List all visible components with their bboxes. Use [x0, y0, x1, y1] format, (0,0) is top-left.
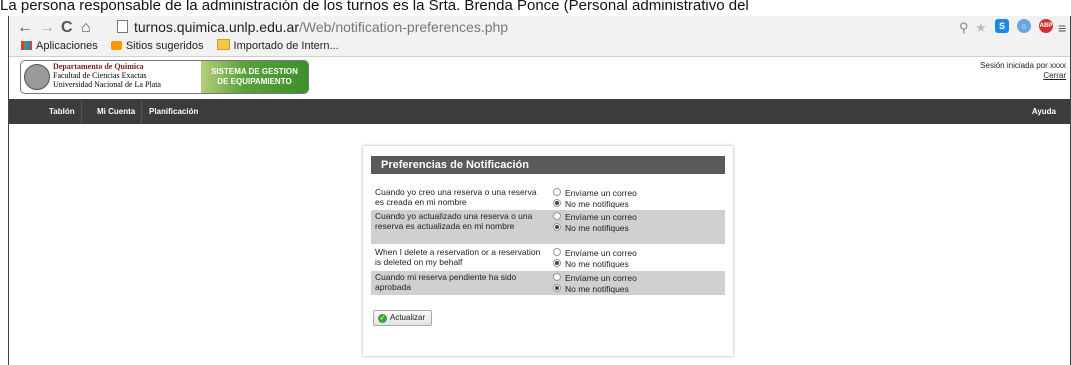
address-bar[interactable]: turnos.quimica.unlp.edu.ar/Web/notificat…	[117, 18, 937, 36]
page-caption: La persona responsable de la administrac…	[0, 0, 749, 14]
radio-icon[interactable]	[553, 248, 561, 256]
star-icon[interactable]: ★	[975, 19, 987, 37]
adblock-icon[interactable]: ABP	[1039, 19, 1053, 33]
pref-options: Envíame un correo No me notifiques	[553, 248, 637, 269]
notification-preferences-panel: Preferencias de Notificación Cuando yo c…	[363, 146, 733, 356]
option-none[interactable]: No me notifiques	[553, 222, 637, 234]
department-info: Departamento de Quimica Facultad de Cien…	[53, 62, 161, 89]
menu-item-tablon[interactable]: Tablón	[43, 99, 82, 124]
radio-icon[interactable]	[553, 188, 561, 196]
menu-item-planificacion[interactable]: Planificación	[143, 99, 204, 124]
pref-options: Envíame un correo No me notifiques	[553, 188, 637, 209]
menu-icon[interactable]: ≡	[1058, 19, 1066, 37]
site-header: Departamento de Quimica Facultad de Cien…	[9, 57, 1070, 97]
url-path: /Web/notification-preferences.php	[299, 19, 509, 35]
extension-icon[interactable]: ○	[1017, 19, 1031, 33]
menu-item-ayuda[interactable]: Ayuda	[1026, 99, 1062, 124]
suggested-sites-icon	[110, 41, 122, 50]
pref-options: Envíame un correo No me notifiques	[553, 212, 637, 233]
option-email[interactable]: Envíame un correo	[553, 273, 637, 284]
url-host: turnos.quimica.unlp.edu.ar	[134, 19, 299, 35]
radio-selected-icon[interactable]	[553, 198, 561, 207]
logout-link[interactable]: Cerrar	[1043, 71, 1066, 80]
pref-label: Cuando yo creo una reserva o una reserva…	[375, 187, 537, 207]
menu-item-mi-cuenta[interactable]: Mi Cuenta	[91, 99, 143, 124]
bookmark-imported[interactable]: Importado de Intern...	[216, 38, 339, 54]
option-none[interactable]: No me notifiques	[553, 283, 637, 295]
radio-icon[interactable]	[553, 273, 561, 281]
radio-selected-icon[interactable]	[553, 222, 561, 231]
system-name: SISTEMA DE GESTION DE EQUIPAMIENTO	[201, 61, 308, 93]
session-info: Sesión iniciada por xxxx Cerrar	[980, 61, 1066, 81]
pref-label: When I delete a reservation or a reserva…	[375, 247, 541, 267]
university-seal-icon	[24, 64, 50, 90]
session-user: Sesión iniciada por xxxx	[980, 61, 1066, 70]
radio-selected-icon[interactable]	[553, 283, 561, 292]
pref-options: Envíame un correo No me notifiques	[553, 273, 637, 294]
pref-row: Cuando mi reserva pendiente ha sido apro…	[371, 271, 725, 295]
option-email[interactable]: Envíame un correo	[553, 188, 637, 199]
option-email[interactable]: Envíame un correo	[553, 212, 637, 223]
update-button[interactable]: ✓ Actualizar	[373, 310, 433, 326]
main-menu: Tablón Mi Cuenta Planificación Ayuda	[9, 99, 1070, 124]
skype-icon[interactable]: S	[995, 19, 1009, 33]
pref-row: When I delete a reservation or a reserva…	[371, 246, 725, 270]
apps-grid-icon	[21, 41, 32, 50]
page-icon	[117, 20, 128, 33]
radio-icon[interactable]	[553, 212, 561, 220]
folder-icon	[216, 39, 230, 50]
check-icon: ✓	[378, 313, 387, 323]
pref-label: Cuando mi reserva pendiente ha sido apro…	[375, 272, 517, 292]
zoom-icon[interactable]: ⚲	[959, 19, 969, 37]
pref-label: Cuando yo actualizado una reserva o una …	[375, 211, 533, 231]
forward-icon[interactable]: →	[39, 19, 55, 37]
option-none[interactable]: No me notifiques	[553, 258, 637, 270]
back-icon[interactable]: ←	[17, 19, 33, 37]
radio-selected-icon[interactable]	[553, 258, 561, 267]
pref-row: Cuando yo actualizado una reserva o una …	[371, 210, 725, 244]
pref-row: Cuando yo creo una reserva o una reserva…	[371, 186, 725, 210]
site-logo[interactable]: Departamento de Quimica Facultad de Cien…	[20, 60, 309, 94]
reload-icon[interactable]: C	[61, 19, 73, 37]
home-icon[interactable]: ⌂	[81, 19, 91, 37]
browser-toolbar: ← → C ⌂ turnos.quimica.unlp.edu.ar/Web/n…	[9, 16, 1070, 57]
update-button-label: Actualizar	[390, 313, 426, 322]
option-email[interactable]: Envíame un correo	[553, 248, 637, 259]
option-none[interactable]: No me notifiques	[553, 198, 637, 210]
panel-title: Preferencias de Notificación	[371, 156, 725, 174]
bookmark-apps[interactable]: Aplicaciones	[21, 38, 98, 54]
bookmark-suggested[interactable]: Sitios sugeridos	[110, 38, 203, 54]
browser-window: ← → C ⌂ turnos.quimica.unlp.edu.ar/Web/n…	[8, 16, 1071, 365]
bookmarks-bar: Aplicaciones Sitios sugeridos Importado …	[21, 38, 349, 54]
